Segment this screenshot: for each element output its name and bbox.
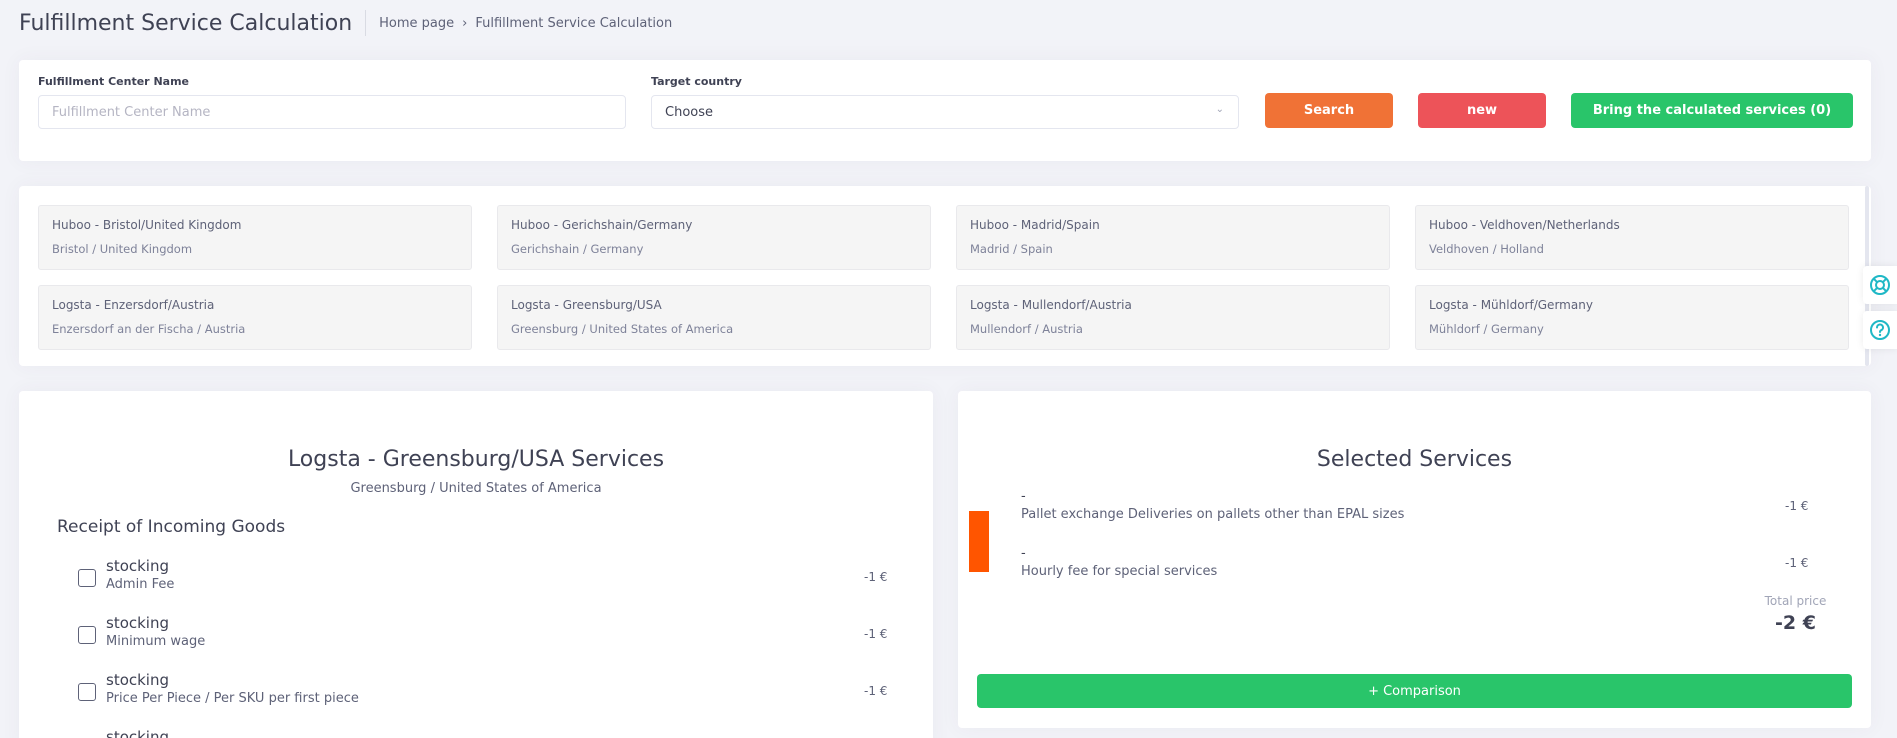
center-name-placeholder: Fulfillment Center Name	[52, 104, 211, 120]
service-name: stocking	[106, 728, 170, 738]
center-location: Mühldorf / Germany	[1429, 322, 1544, 336]
comparison-button[interactable]: + Comparison	[977, 674, 1852, 708]
selected-accent-bar	[969, 511, 989, 572]
target-country-value: Choose	[665, 104, 713, 120]
service-checkbox[interactable]	[78, 569, 96, 587]
selected-service-category: -	[1021, 546, 1026, 561]
help-icon-graphic	[1870, 320, 1890, 340]
service-description: Admin Fee	[106, 577, 175, 592]
lifebuoy-icon-graphic	[1870, 275, 1890, 295]
center-name: Logsta - Enzersdorf/Austria	[52, 298, 215, 312]
lifebuoy-icon[interactable]	[1863, 266, 1897, 304]
service-checkbox[interactable]	[78, 683, 96, 701]
service-row: stocking Price Per Piece / Per SKU per f…	[78, 671, 888, 717]
service-description: Price Per Piece / Per SKU per first piec…	[106, 691, 359, 706]
selected-service-category: -	[1021, 489, 1026, 504]
service-checkbox[interactable]	[78, 626, 96, 644]
breadcrumb: Home page › Fulfillment Service Calculat…	[379, 16, 672, 31]
selected-service-item: - Hourly fee for special services	[1021, 546, 1821, 579]
service-section-heading: Receipt of Incoming Goods	[57, 517, 286, 537]
total-price-label: Total price	[1764, 594, 1827, 608]
services-title: Logsta - Greensburg/USA Services	[287, 447, 665, 472]
services-subtitle: Greensburg / United States of America	[350, 481, 602, 496]
page-title: Fulfillment Service Calculation	[19, 10, 353, 36]
service-description: Minimum wage	[106, 634, 206, 649]
service-row: stocking Admin Fee -1 €	[78, 557, 888, 603]
target-country-select[interactable]: Choose ⌄	[651, 95, 1239, 129]
selected-service-name: Pallet exchange Deliveries on pallets ot…	[1021, 507, 1405, 522]
center-name-input[interactable]: Fulfillment Center Name	[38, 95, 626, 129]
selected-services-title: Selected Services	[1316, 447, 1513, 472]
center-tile[interactable]: Logsta - Mullendorf/Austria Mullendorf /…	[956, 285, 1390, 350]
search-button[interactable]: Search	[1265, 93, 1393, 128]
center-tile[interactable]: Huboo - Bristol/United Kingdom Bristol /…	[38, 205, 472, 270]
service-row: stocking	[78, 728, 888, 738]
center-tile[interactable]: Huboo - Veldhoven/Netherlands Veldhoven …	[1415, 205, 1849, 270]
fulfillment-centers-list: Huboo - Bristol/United Kingdom Bristol /…	[19, 186, 1871, 366]
center-services-card: Logsta - Greensburg/USA Services Greensb…	[19, 391, 933, 738]
service-name: stocking	[106, 671, 170, 689]
center-location: Gerichshain / Germany	[511, 242, 644, 256]
chevron-right-icon: ›	[462, 15, 468, 31]
target-country-label: Target country	[651, 75, 742, 88]
center-tile[interactable]: Huboo - Madrid/Spain Madrid / Spain	[956, 205, 1390, 270]
breadcrumb-current: Fulfillment Service Calculation	[475, 15, 673, 31]
selected-service-price: -1 €	[1785, 499, 1809, 513]
center-name: Huboo - Gerichshain/Germany	[511, 218, 693, 232]
header-divider	[365, 10, 367, 36]
center-location: Mullendorf / Austria	[970, 322, 1083, 336]
center-location: Greensburg / United States of America	[511, 322, 734, 336]
service-price: -1 €	[864, 570, 888, 584]
center-location: Veldhoven / Holland	[1429, 242, 1544, 256]
chevron-down-icon: ⌄	[1215, 104, 1224, 115]
page-header: Fulfillment Service Calculation Home pag…	[19, 8, 672, 38]
center-name: Logsta - Mühldorf/Germany	[1429, 298, 1593, 312]
center-tile[interactable]: Logsta - Enzersdorf/Austria Enzersdorf a…	[38, 285, 472, 350]
filter-card: Fulfillment Center Name Fulfillment Cent…	[19, 60, 1871, 161]
service-name: stocking	[106, 614, 170, 632]
bring-calculated-services-button[interactable]: Bring the calculated services (0)	[1571, 93, 1853, 128]
selected-services-card: Selected Services - Pallet exchange Deli…	[958, 391, 1871, 728]
service-price: -1 €	[864, 684, 888, 698]
new-button[interactable]: new	[1418, 93, 1546, 128]
center-name: Huboo - Madrid/Spain	[970, 218, 1100, 232]
service-price: -1 €	[864, 627, 888, 641]
center-tile[interactable]: Logsta - Mühldorf/Germany Mühldorf / Ger…	[1415, 285, 1849, 350]
selected-service-name: Hourly fee for special services	[1021, 564, 1218, 579]
center-name: Huboo - Bristol/United Kingdom	[52, 218, 242, 232]
center-location: Enzersdorf an der Fischa / Austria	[52, 322, 246, 336]
service-row: stocking Minimum wage -1 €	[78, 614, 888, 660]
help-icon[interactable]	[1863, 311, 1897, 349]
selected-service-price: -1 €	[1785, 556, 1809, 570]
total-price-value: -2 €	[1775, 612, 1816, 634]
center-location: Madrid / Spain	[970, 242, 1053, 256]
center-tile[interactable]: Huboo - Gerichshain/Germany Gerichshain …	[497, 205, 931, 270]
center-name: Huboo - Veldhoven/Netherlands	[1429, 218, 1620, 232]
center-name-label: Fulfillment Center Name	[38, 75, 189, 88]
center-name: Logsta - Greensburg/USA	[511, 298, 662, 312]
center-tile[interactable]: Logsta - Greensburg/USA Greensburg / Uni…	[497, 285, 931, 350]
center-location: Bristol / United Kingdom	[52, 242, 193, 256]
service-name: stocking	[106, 557, 170, 575]
center-name: Logsta - Mullendorf/Austria	[970, 298, 1132, 312]
selected-service-item: - Pallet exchange Deliveries on pallets …	[1021, 489, 1821, 522]
breadcrumb-home[interactable]: Home page	[379, 16, 454, 31]
